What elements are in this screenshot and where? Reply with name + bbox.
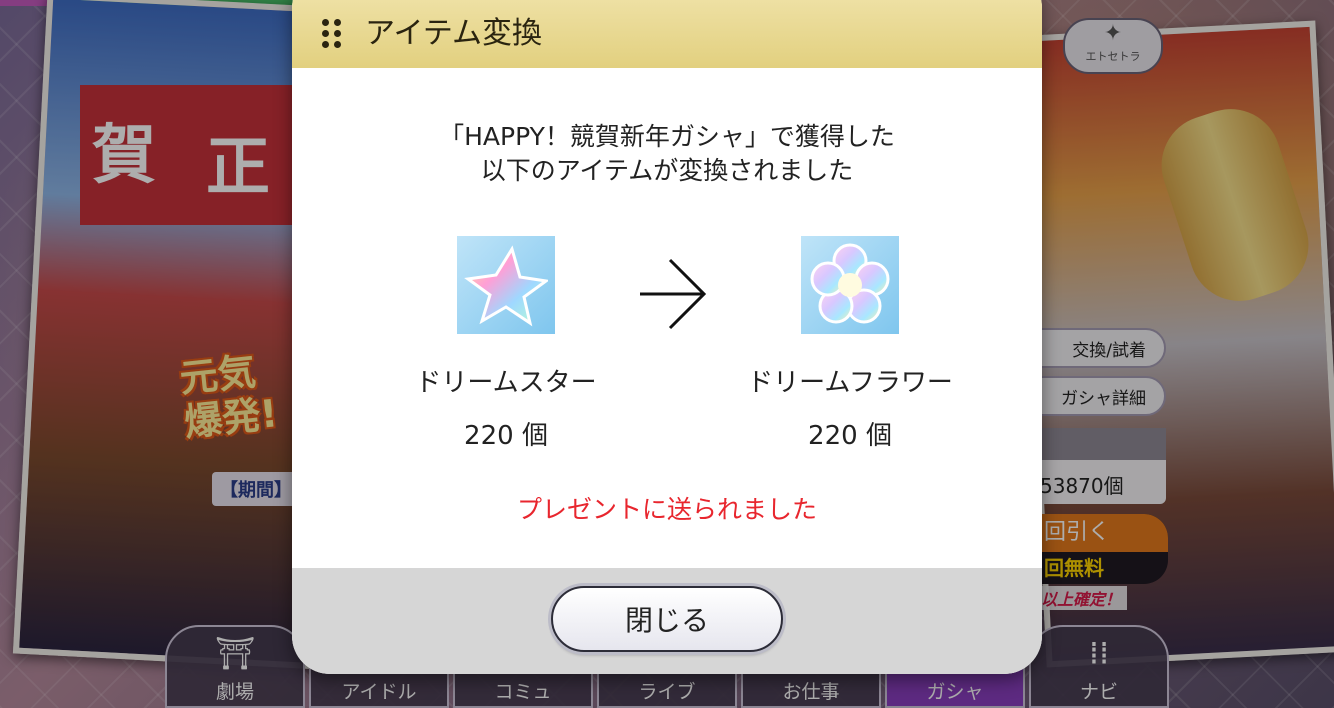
to-item-name: ドリームフラワー [747, 368, 953, 398]
dialog-footer: 閉じる [292, 568, 1042, 674]
dialog-header: アイテム変換 [292, 0, 1042, 68]
to-item: ドリームフラワー 220 個 [720, 236, 980, 452]
sent-to-present-notice: プレゼントに送られました [516, 495, 817, 524]
to-item-count: 220 個 [808, 421, 892, 451]
message-line-1: 「HAPPY！競賀新年ガシャ」で獲得した [439, 122, 895, 151]
message-line-2: 以下のアイテムが変換されました [480, 156, 854, 185]
arrow-right-icon [640, 258, 707, 330]
dream-star-icon [457, 236, 555, 334]
conversion-message: 「HAPPY！競賀新年ガシャ」で獲得した 以下のアイテムが変換されました [292, 120, 1042, 188]
dream-flower-icon [801, 236, 899, 334]
from-item: ドリームスター 220 個 [376, 236, 636, 452]
from-item-count: 220 個 [464, 421, 548, 451]
close-button[interactable]: 閉じる [551, 586, 783, 652]
from-item-name: ドリームスター [415, 368, 597, 398]
drag-handle-icon [322, 19, 341, 48]
item-conversion-dialog: アイテム変換 「HAPPY！競賀新年ガシャ」で獲得した 以下のアイテムが変換され… [292, 0, 1042, 674]
dialog-title: アイテム変換 [365, 16, 542, 51]
